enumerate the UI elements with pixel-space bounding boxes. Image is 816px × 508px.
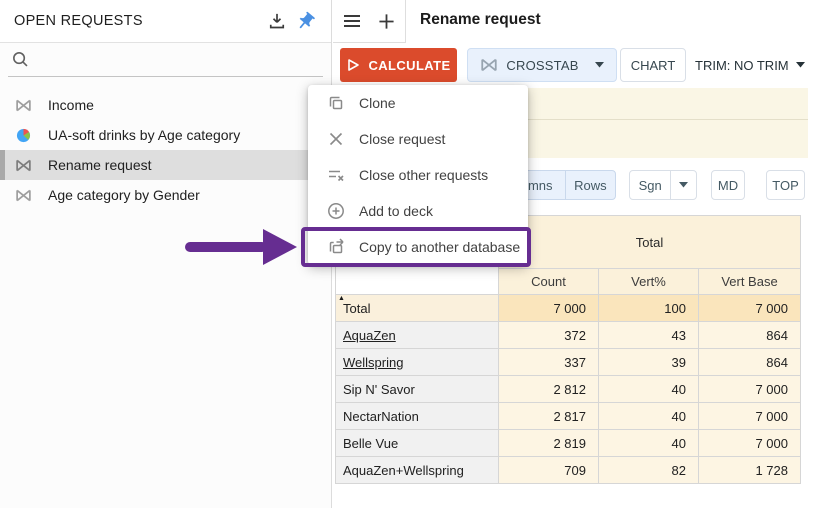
pie-chart-icon [14,127,33,143]
vert-pct-cell: 39 [599,349,699,376]
row-label-cell[interactable]: Sip N' Savor [336,376,499,403]
table-row: Total 7 000 100 7 000 [336,295,801,322]
open-requests-panel: OPEN REQUESTS Income UA-soft [0,0,332,508]
row-label-cell[interactable]: Wellspring [336,349,499,376]
request-context-menu: Clone Close request Close other requests… [308,85,528,265]
vert-base-cell: 864 [699,349,801,376]
count-cell: 2 817 [499,403,599,430]
count-cell: 337 [499,349,599,376]
context-menu-item[interactable]: Close request [308,121,528,157]
chart-view-button[interactable]: CHART [620,48,686,82]
chevron-down-icon [796,62,805,68]
vert-base-cell: 7 000 [699,376,801,403]
crosstab-view-button[interactable]: CROSSTAB [467,48,617,82]
page-title: Rename request [420,11,541,29]
vert-base-cell: 7 000 [699,295,801,322]
vert-pct-cell: 82 [599,457,699,484]
search-input[interactable] [8,43,323,77]
count-cell: 372 [499,322,599,349]
sidebar-item[interactable]: Income [0,90,331,120]
sidebar-item-label: UA-soft drinks by Age category [48,127,240,143]
count-cell: 7 000 [499,295,599,322]
top-button[interactable]: TOP [766,170,805,200]
vert-base-cell: 864 [699,322,801,349]
table-row: Belle Vue 2 819 40 7 000 [336,430,801,457]
context-menu-item-label: Add to deck [359,203,433,219]
context-menu-item-label: Close request [359,131,445,147]
table-row: AquaZen 372 43 864 [336,322,801,349]
context-menu-item[interactable]: Add to deck [308,193,528,229]
close-others-icon [326,165,346,185]
column-header: Vert% [599,269,699,295]
column-header: Vert Base [699,269,801,295]
count-cell: 2 819 [499,430,599,457]
table-row: Sip N' Savor 2 812 40 7 000 [336,376,801,403]
sgn-button[interactable]: Sgn [630,171,670,199]
sgn-control: Sgn [629,170,697,200]
vert-base-cell: 7 000 [699,430,801,457]
table-row: AquaZen+Wellspring 709 82 1 728 [336,457,801,484]
menu-hamburger-icon[interactable] [341,10,363,32]
close-icon [326,129,346,149]
sidebar-header: OPEN REQUESTS [0,0,331,43]
vert-pct-cell: 100 [599,295,699,322]
vert-base-cell: 7 000 [699,403,801,430]
row-label-cell[interactable]: NectarNation [336,403,499,430]
sidebar-item-label: Income [48,97,94,113]
rows-button[interactable]: Rows [565,171,615,199]
sidebar-item[interactable]: UA-soft drinks by Age category [0,120,331,150]
clone-icon [326,93,346,113]
crosstab-icon [14,187,33,203]
context-menu-item-label: Clone [359,95,396,111]
sidebar-item[interactable]: Rename request [0,150,331,180]
chevron-down-icon [595,62,604,68]
request-list: Income UA-soft drinks by Age category Re… [0,90,331,210]
crosstab-icon [14,157,33,173]
vert-pct-cell: 43 [599,322,699,349]
context-menu-item[interactable]: Copy to another database [308,229,528,265]
row-label-cell[interactable]: Total [336,295,499,322]
app-window: OPEN REQUESTS Income UA-soft [0,0,816,508]
download-icon[interactable] [263,7,291,35]
search-icon [11,50,30,69]
sidebar-item-label: Rename request [48,157,152,173]
row-label-cell[interactable]: AquaZen [336,322,499,349]
count-cell: 709 [499,457,599,484]
play-icon [346,58,360,72]
context-menu-item-label: Copy to another database [359,239,520,255]
md-button[interactable]: MD [711,170,745,200]
sgn-dropdown[interactable] [670,171,696,199]
row-label-cell[interactable]: Belle Vue [336,430,499,457]
tab-strip [333,0,406,43]
count-cell: 2 812 [499,376,599,403]
table-row: NectarNation 2 817 40 7 000 [336,403,801,430]
sidebar-item[interactable]: Age category by Gender [0,180,331,210]
copy-arrow-icon [326,237,346,257]
crosstab-icon [14,97,33,113]
context-menu-item[interactable]: Clone [308,85,528,121]
table-row: Wellspring 337 39 864 [336,349,801,376]
calculate-button[interactable]: CALCULATE [340,48,457,82]
add-circle-icon [326,201,346,221]
vert-base-cell: 1 728 [699,457,801,484]
vert-pct-cell: 40 [599,430,699,457]
add-tab-icon[interactable] [375,10,397,32]
column-group-header: Total [499,216,801,269]
trim-dropdown[interactable]: TRIM: NO TRIM [695,48,805,82]
column-header: Count [499,269,599,295]
vert-pct-cell: 40 [599,403,699,430]
panel-title: OPEN REQUESTS [14,13,263,29]
context-menu-item[interactable]: Close other requests [308,157,528,193]
sidebar-item-label: Age category by Gender [48,187,200,203]
pin-icon[interactable] [291,7,319,35]
row-label-cell[interactable]: AquaZen+Wellspring [336,457,499,484]
crosstab-icon [480,58,498,72]
context-menu-item-label: Close other requests [359,167,488,183]
vert-pct-cell: 40 [599,376,699,403]
